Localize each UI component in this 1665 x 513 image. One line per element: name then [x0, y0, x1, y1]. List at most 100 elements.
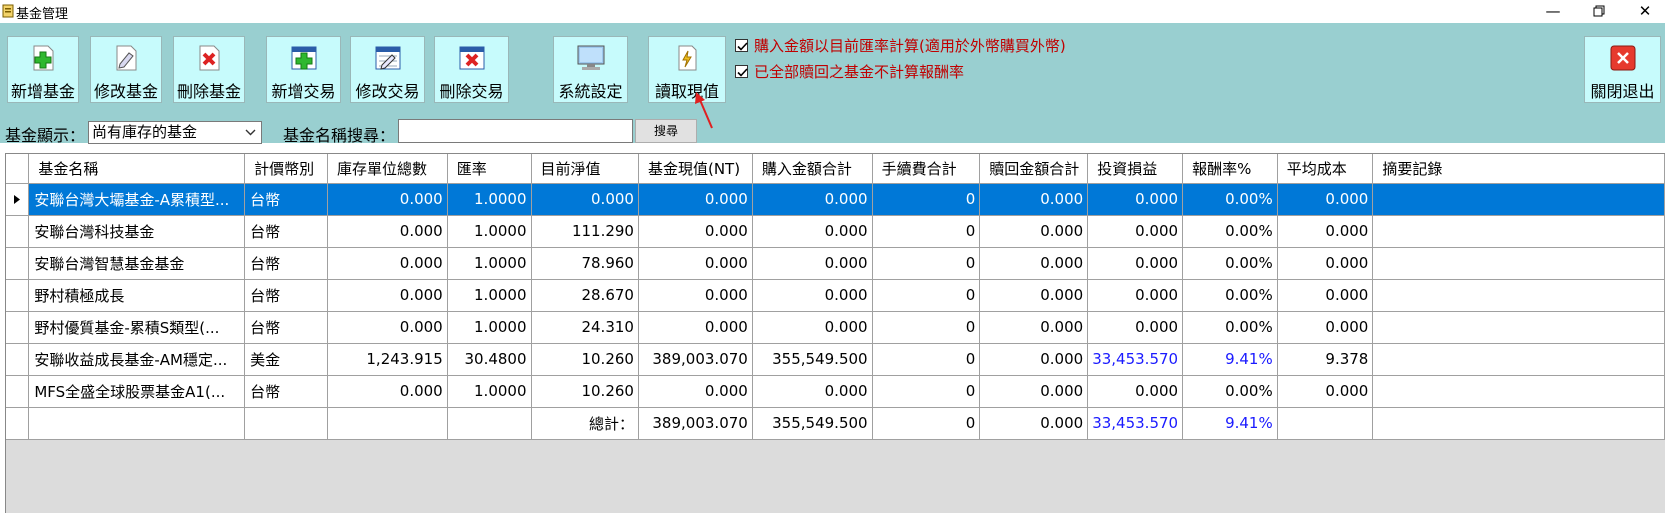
column-header[interactable]: 購入金額合計	[752, 154, 873, 184]
table-cell[interactable]: 台幣	[244, 215, 328, 248]
table-cell[interactable]: 台幣	[244, 183, 328, 216]
table-cell[interactable]	[1372, 343, 1665, 376]
table-cell[interactable]: 0.00%	[1182, 375, 1278, 408]
column-header[interactable]: 匯率	[447, 154, 532, 184]
option-exclude-redeemed[interactable]: 已全部贖回之基金不計算報酬率	[735, 61, 964, 81]
table-cell[interactable]: 0.000	[979, 183, 1089, 216]
table-cell[interactable]: 台幣	[244, 375, 328, 408]
column-header[interactable]: 目前淨值	[531, 154, 639, 184]
column-header[interactable]: 贖回金額合計	[979, 154, 1089, 184]
column-header[interactable]: 庫存單位總數	[327, 154, 448, 184]
table-row[interactable]: 安聯台灣大壩基金-A累積型... 台幣 0.000 1.0000 0.000 0.000 0…	[6, 183, 1665, 216]
table-cell[interactable]: 0.000	[979, 279, 1089, 312]
table-cell[interactable]: 0.000	[531, 183, 639, 216]
table-cell[interactable]: 1.0000	[447, 311, 532, 344]
table-cell[interactable]: 安聯台灣科技基金	[28, 215, 246, 248]
table-cell[interactable]: 0.000	[1087, 375, 1184, 408]
table-cell[interactable]: 0.000	[752, 311, 873, 344]
table-cell[interactable]: 0	[872, 183, 981, 216]
fund-display-select[interactable]: 尚有庫存的基金	[88, 121, 262, 144]
table-cell[interactable]: 0	[872, 215, 981, 248]
close-window-button[interactable]: ✕	[1622, 0, 1665, 23]
table-cell[interactable]: 0.000	[1277, 311, 1374, 344]
row-header[interactable]	[6, 375, 30, 408]
table-cell[interactable]	[1372, 183, 1665, 216]
table-cell[interactable]: 0.000	[638, 279, 753, 312]
table-cell[interactable]: 0.000	[752, 247, 873, 280]
table-cell[interactable]: 0.000	[327, 183, 448, 216]
current-rate-checkbox[interactable]	[735, 39, 748, 52]
table-cell[interactable]: 0.000	[979, 407, 1089, 440]
table-cell[interactable]	[244, 407, 328, 440]
add-transaction-button[interactable]: 新增交易	[266, 36, 341, 103]
column-header[interactable]: 手續費合計	[872, 154, 981, 184]
table-cell[interactable]: 0	[872, 311, 981, 344]
table-cell[interactable]: 28.670	[531, 279, 639, 312]
table-cell[interactable]: 0.000	[979, 311, 1089, 344]
table-cell[interactable]: 0.000	[327, 279, 448, 312]
add-fund-button[interactable]: 新增基金	[7, 36, 79, 103]
table-row[interactable]: 安聯台灣科技基金 台幣 0.000 1.0000 111.290 0.000 0.000 0 0…	[6, 215, 1665, 248]
table-cell[interactable]: 355,549.500	[752, 407, 873, 440]
table-cell[interactable]: 78.960	[531, 247, 639, 280]
table-cell[interactable]: 0.000	[638, 247, 753, 280]
exit-button[interactable]: 關閉退出	[1584, 36, 1661, 103]
option-current-rate[interactable]: 購入金額以目前匯率計算(適用於外幣購買外幣)	[735, 35, 1066, 55]
table-cell[interactable]: 0.000	[979, 375, 1089, 408]
edit-fund-button[interactable]: 修改基金	[90, 36, 162, 103]
table-cell[interactable]: 0.000	[327, 215, 448, 248]
table-cell[interactable]: 美金	[244, 343, 328, 376]
table-cell[interactable]: 0.000	[638, 375, 753, 408]
table-cell[interactable]: 0.000	[979, 247, 1089, 280]
table-cell[interactable]: 0.00%	[1182, 183, 1278, 216]
table-cell[interactable]: 安聯收益成長基金-AM穩定...	[28, 343, 246, 376]
table-cell[interactable]: 0.000	[1087, 215, 1184, 248]
row-header[interactable]	[6, 247, 30, 280]
delete-fund-button[interactable]: 刪除基金	[173, 36, 245, 103]
table-cell[interactable]: 0.00%	[1182, 279, 1278, 312]
table-cell[interactable]: 389,003.070	[638, 343, 753, 376]
table-cell[interactable]: 1,243.915	[327, 343, 448, 376]
row-header[interactable]	[6, 343, 30, 376]
column-header[interactable]: 投資損益	[1087, 154, 1184, 184]
table-cell[interactable]: 10.260	[531, 375, 639, 408]
table-cell[interactable]: 355,549.500	[752, 343, 873, 376]
table-cell[interactable]: 1.0000	[447, 375, 532, 408]
table-cell[interactable]	[1372, 215, 1665, 248]
table-cell[interactable]: 0	[872, 407, 981, 440]
system-settings-button[interactable]: 系統設定	[553, 36, 628, 103]
table-cell[interactable]: 9.41%	[1182, 343, 1278, 376]
table-cell[interactable]: 0.000	[979, 215, 1089, 248]
row-header[interactable]	[6, 311, 30, 344]
table-cell[interactable]: 1.0000	[447, 183, 532, 216]
table-cell[interactable]: 0.000	[638, 183, 753, 216]
table-cell[interactable]: 0.000	[638, 311, 753, 344]
table-row[interactable]: 安聯台灣智慧基金基金 台幣 0.000 1.0000 78.960 0.000 0.000 0…	[6, 247, 1665, 280]
table-cell[interactable]: 0.00%	[1182, 215, 1278, 248]
column-header[interactable]: 基金現值(NT)	[638, 154, 753, 184]
table-cell[interactable]: 0	[872, 375, 981, 408]
edit-transaction-button[interactable]: 修改交易	[350, 36, 425, 103]
row-header[interactable]	[6, 279, 30, 312]
table-row[interactable]: 安聯收益成長基金-AM穩定... 美金 1,243.915 30.4800 10.260…	[6, 343, 1665, 376]
delete-transaction-button[interactable]: 刪除交易	[434, 36, 509, 103]
table-cell[interactable]: 33,453.570	[1087, 343, 1184, 376]
table-cell[interactable]	[1277, 407, 1374, 440]
table-cell[interactable]: 0	[872, 247, 981, 280]
table-cell[interactable]: 33,453.570	[1087, 407, 1184, 440]
table-cell[interactable]: 0.000	[752, 279, 873, 312]
table-cell[interactable]: 0.00%	[1182, 247, 1278, 280]
table-cell[interactable]: 0.000	[752, 375, 873, 408]
table-cell[interactable]	[1372, 247, 1665, 280]
fund-grid[interactable]: 基金名稱 計價幣別 庫存單位總數 匯率 目前淨值 基金現值(NT) 購入金額合計 手續費合計贖…	[5, 153, 1665, 513]
table-cell[interactable]: 0.000	[1087, 183, 1184, 216]
table-cell[interactable]: 0	[872, 343, 981, 376]
table-cell[interactable]: 0.000	[1277, 215, 1374, 248]
table-cell[interactable]: 9.378	[1277, 343, 1374, 376]
table-cell[interactable]: 安聯台灣大壩基金-A累積型...	[28, 183, 246, 216]
table-cell[interactable]: 0.000	[752, 183, 873, 216]
table-cell[interactable]: 0.000	[1087, 279, 1184, 312]
table-cell[interactable]: 0.000	[1277, 375, 1374, 408]
column-header[interactable]: 基金名稱	[28, 154, 246, 184]
table-cell[interactable]	[1372, 279, 1665, 312]
